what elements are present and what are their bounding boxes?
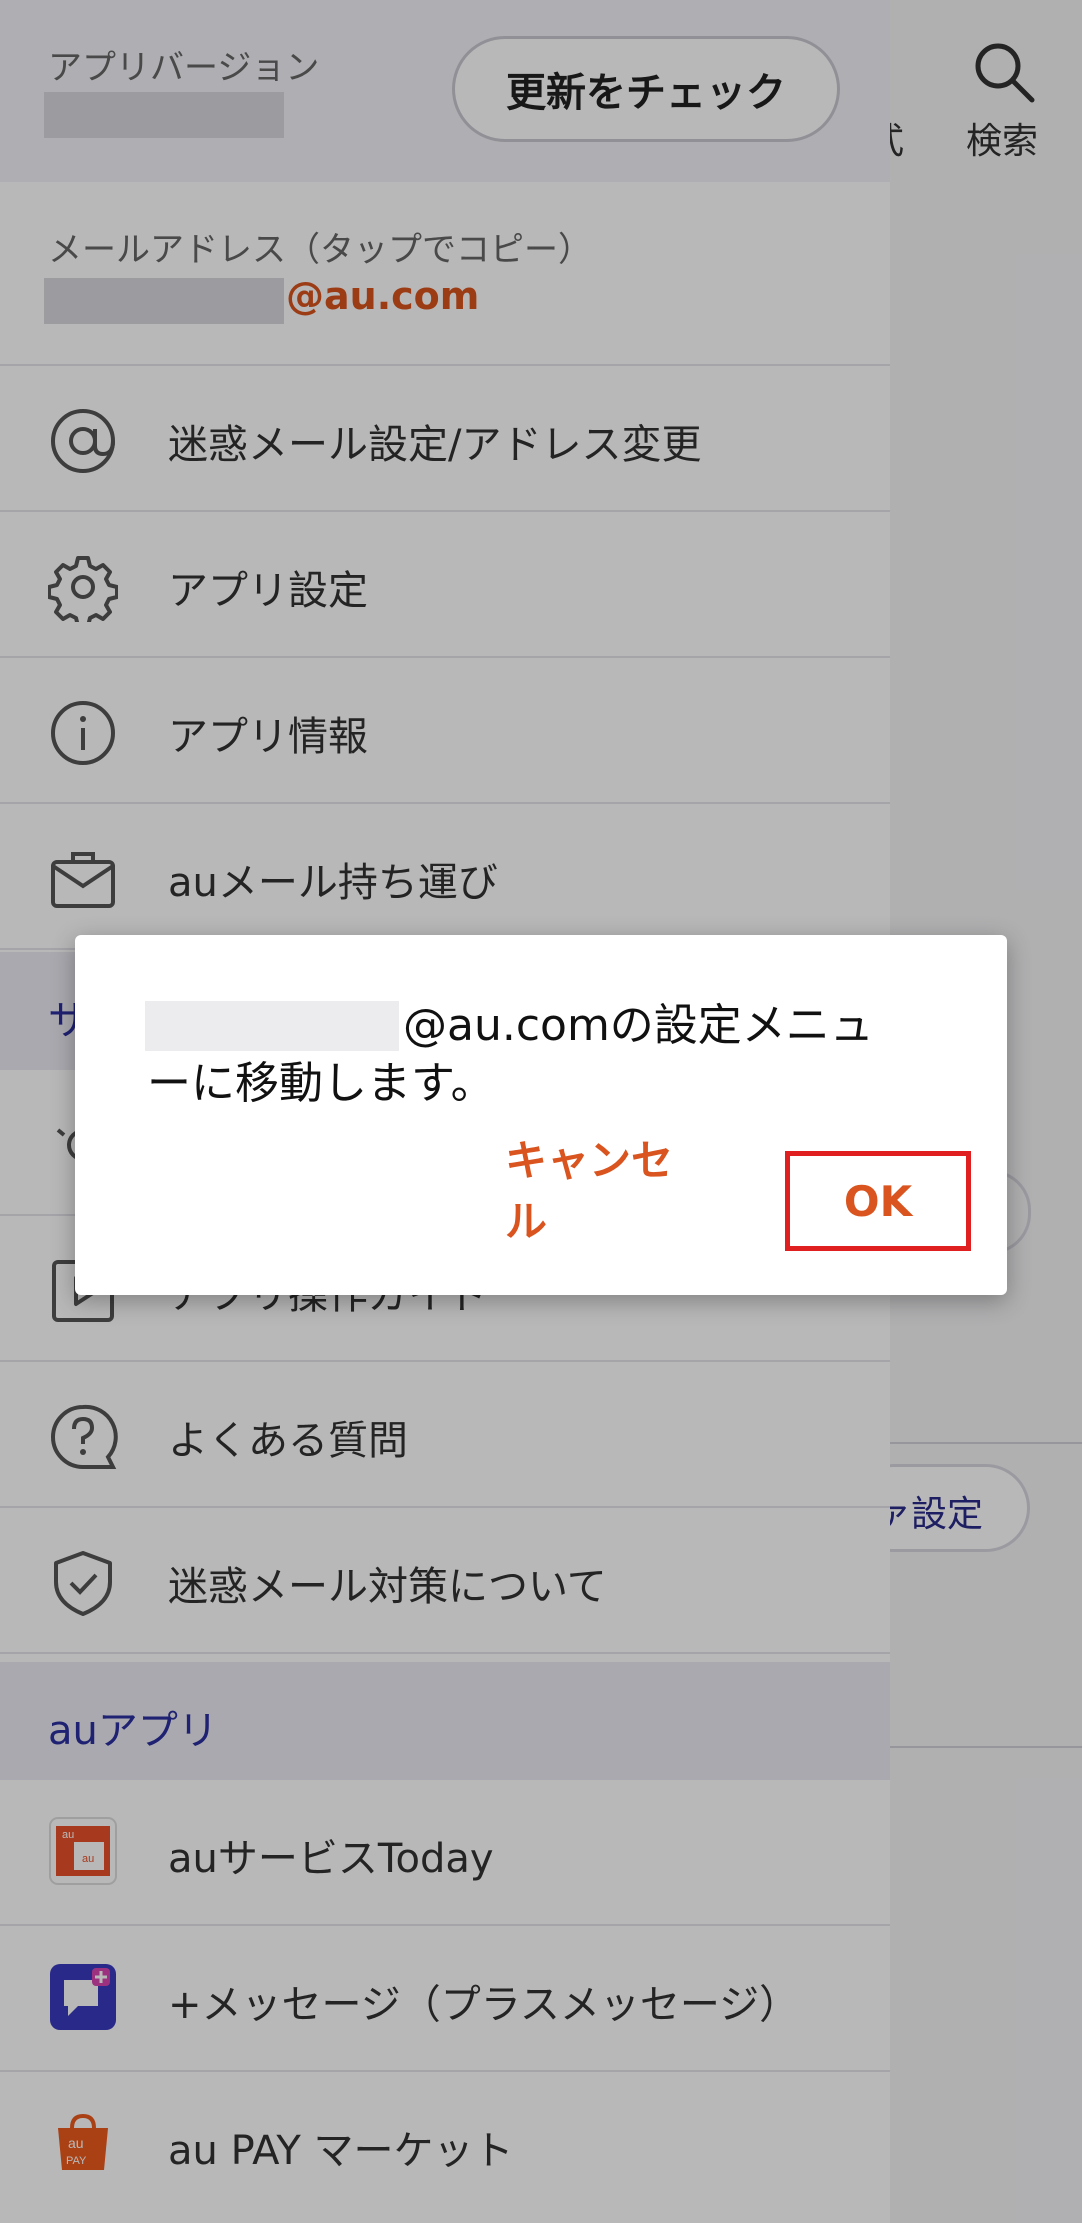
- dialog-message-line2: ーに移動します。: [147, 1058, 495, 1109]
- ok-button[interactable]: OK: [785, 1151, 971, 1251]
- confirm-dialog: @au.comの設定メニューに移動します。 キャンセル OK: [75, 935, 1007, 1295]
- dialog-message: @au.comの設定メニューに移動します。: [147, 997, 937, 1113]
- dialog-message-line1: @au.comの設定メニュ: [403, 1000, 874, 1051]
- cancel-button[interactable]: キャンセル: [505, 1136, 695, 1246]
